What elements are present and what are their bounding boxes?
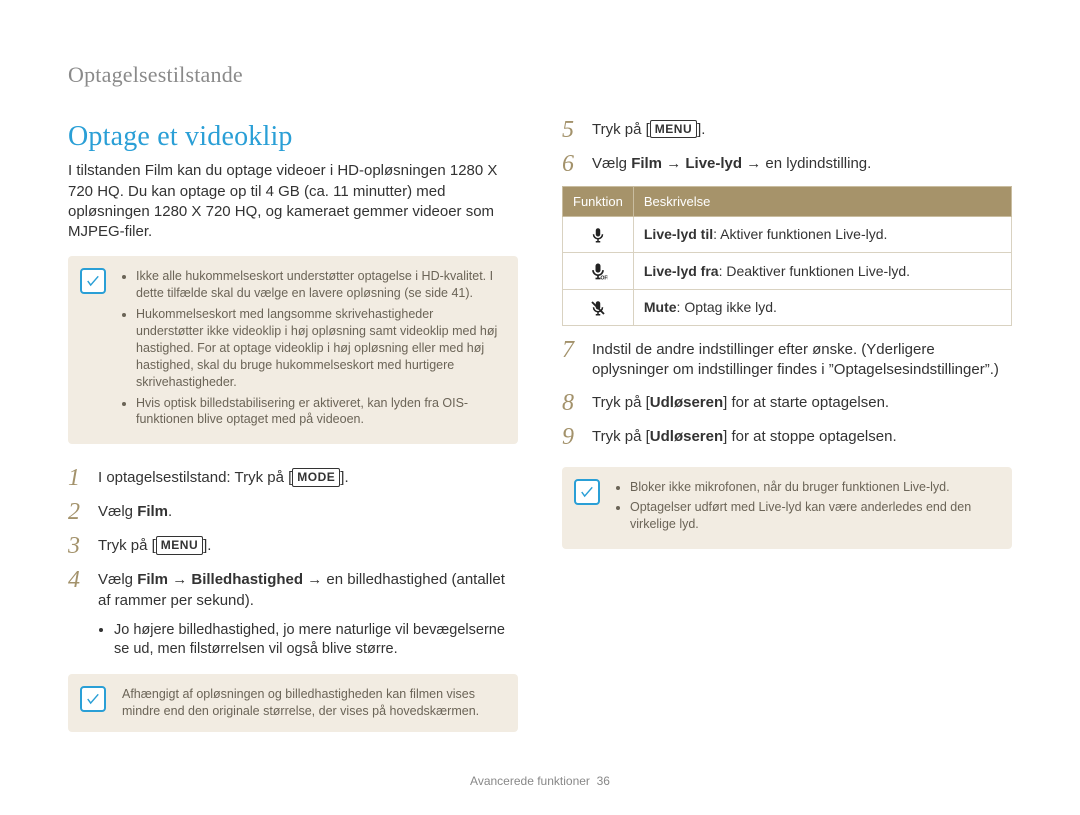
step-text: Vælg Film → Billedhastighed → en billedh…: [98, 568, 518, 611]
step-bullet: Jo højere billedhastighed, jo mere natur…: [114, 621, 518, 660]
table-cell: Live-lyd fra: Deaktiver funktionen Live-…: [633, 253, 1011, 290]
note-icon: [574, 479, 600, 505]
step-number: 7: [562, 338, 580, 381]
step-7: 7 Indstil de andre indstillinger efter ø…: [562, 338, 1012, 381]
table-row: Live-lyd til: Aktiver funktionen Live-ly…: [563, 217, 1012, 253]
step-text: Tryk på [Udløseren] for at stoppe optage…: [592, 425, 897, 449]
note-item: Hvis optisk billedstabilisering er aktiv…: [136, 395, 504, 429]
step-2: 2 Vælg Film.: [68, 500, 518, 524]
mic-mute-icon: [563, 290, 634, 326]
step-8: 8 Tryk på [Udløseren] for at starte opta…: [562, 391, 1012, 415]
step-number: 9: [562, 425, 580, 449]
step-text: I optagelsestilstand: Tryk på [MODE].: [98, 466, 349, 490]
note-item: Hukommelseskort med langsomme skrivehast…: [136, 306, 504, 390]
step-text: Tryk på [MENU].: [98, 534, 211, 558]
right-column: 5 Tryk på [MENU]. 6 Vælg Film → Live-lyd…: [562, 118, 1012, 754]
step-number: 1: [68, 466, 86, 490]
footer-section: Avancerede funktioner: [470, 774, 590, 788]
mic-on-icon: [563, 217, 634, 253]
mic-off-icon: OFF: [563, 253, 634, 290]
table-cell: Mute: Optag ikke lyd.: [633, 290, 1011, 326]
step-number: 8: [562, 391, 580, 415]
table-cell: Live-lyd til: Aktiver funktionen Live-ly…: [633, 217, 1011, 253]
left-column: Optage et videoklip I tilstanden Film ka…: [68, 118, 518, 754]
table-header-function: Funktion: [563, 186, 634, 217]
menu-button-label: MENU: [650, 120, 697, 138]
step-text: Tryk på [MENU].: [592, 118, 705, 142]
note-box-2: Afhængigt af opløsningen og billedhastig…: [68, 674, 518, 732]
two-column-layout: Optage et videoklip I tilstanden Film ka…: [68, 118, 1012, 754]
step-text: Vælg Film.: [98, 500, 172, 524]
step-5: 5 Tryk på [MENU].: [562, 118, 1012, 142]
note-text: Afhængigt af opløsningen og billedhastig…: [122, 686, 504, 720]
section-title: Optage et videoklip: [68, 118, 518, 156]
step-number: 4: [68, 568, 86, 611]
table-row: Mute: Optag ikke lyd.: [563, 290, 1012, 326]
step-number: 2: [68, 500, 86, 524]
intro-paragraph: I tilstanden Film kan du optage videoer …: [68, 161, 518, 242]
step-4-bullet-list: Jo højere billedhastighed, jo mere natur…: [98, 621, 518, 660]
step-text: Tryk på [Udløseren] for at starte optage…: [592, 391, 889, 415]
menu-button-label: MENU: [156, 536, 203, 554]
step-9: 9 Tryk på [Udløseren] for at stoppe opta…: [562, 425, 1012, 449]
note-icon: [80, 268, 106, 294]
page: Optagelsestilstande Optage et videoklip …: [0, 0, 1080, 784]
step-number: 5: [562, 118, 580, 142]
table-header-desc: Beskrivelse: [633, 186, 1011, 217]
step-1: 1 I optagelsestilstand: Tryk på [MODE].: [68, 466, 518, 490]
note-item: Bloker ikke mikrofonen, når du bruger fu…: [630, 479, 998, 496]
function-table: Funktion Beskrivelse Live-lyd til: Aktiv…: [562, 186, 1012, 326]
footer-page-number: 36: [597, 774, 610, 788]
step-text: Vælg Film → Live-lyd → en lydindstilling…: [592, 152, 871, 176]
step-3: 3 Tryk på [MENU].: [68, 534, 518, 558]
note-box-3: Bloker ikke mikrofonen, når du bruger fu…: [562, 467, 1012, 550]
step-text: Indstil de andre indstillinger efter øns…: [592, 338, 1012, 381]
page-footer: Avancerede funktioner 36: [0, 773, 1080, 789]
mode-button-label: MODE: [292, 468, 340, 486]
note-item: Ikke alle hukommelseskort understøtter o…: [136, 268, 504, 302]
step-number: 6: [562, 152, 580, 176]
note-icon: [80, 686, 106, 712]
note-item: Optagelser udført med Live-lyd kan være …: [630, 499, 998, 533]
breadcrumb: Optagelsestilstande: [68, 60, 1012, 90]
step-number: 3: [68, 534, 86, 558]
step-4: 4 Vælg Film → Billedhastighed → en bille…: [68, 568, 518, 611]
table-row: OFF Live-lyd fra: Deaktiver funktionen L…: [563, 253, 1012, 290]
svg-text:OFF: OFF: [600, 275, 608, 281]
step-6: 6 Vælg Film → Live-lyd → en lydindstilli…: [562, 152, 1012, 176]
note-box-1: Ikke alle hukommelseskort understøtter o…: [68, 256, 518, 444]
